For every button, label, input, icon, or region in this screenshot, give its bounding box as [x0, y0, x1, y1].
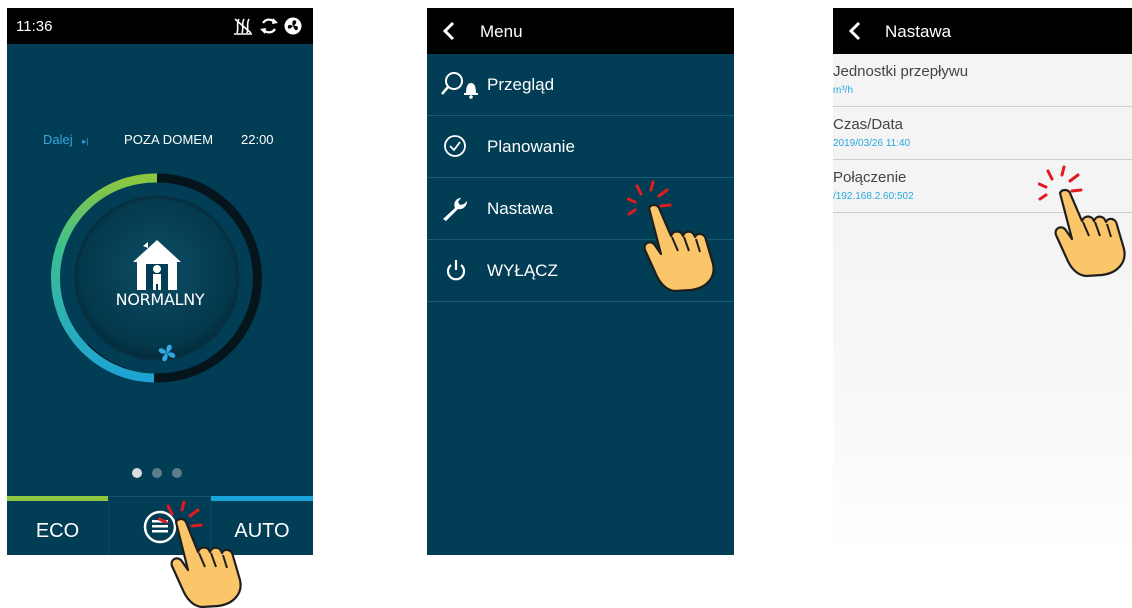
back-chevron-icon[interactable] [848, 21, 862, 41]
tap-hand-icon [627, 180, 715, 292]
fan-status-icon [284, 17, 302, 35]
page-indicator [132, 466, 192, 480]
menu-title: Menu [480, 22, 523, 41]
setting-name: Połączenie [833, 169, 907, 186]
power-icon [446, 260, 466, 281]
menu-item-label: Nastawa [487, 199, 554, 218]
no-heat-icon [234, 18, 252, 35]
page-dot [132, 468, 142, 478]
status-bar: 11:36 [7, 8, 313, 44]
status-icons [234, 17, 302, 35]
menu-item-label: Przegląd [487, 75, 555, 94]
overview-icon [441, 72, 478, 99]
setting-name: Czas/Data [833, 116, 904, 133]
wrench-icon [443, 198, 467, 221]
menu-item-label: WYŁĄCZ [487, 261, 558, 280]
setting-value: 2019/03/26 11:40 [833, 138, 911, 149]
current-mode-label: POZA DOMEM [124, 132, 214, 147]
menu-item-label: Planowanie [487, 137, 575, 156]
settings-header: Nastawa [833, 8, 1132, 54]
main-screen: 11:36 Dalej ▸| POZA DOMEM 22:00 NORMALNY… [7, 8, 313, 555]
tap-hand-icon [1038, 165, 1126, 277]
tap-hand-icon [158, 500, 242, 608]
skip-icon: ▸| [82, 137, 89, 146]
mode-time: 22:00 [241, 132, 274, 147]
sync-icon [260, 18, 278, 34]
ventilation-dial[interactable] [47, 168, 267, 388]
dial-mode-label: NORMALNY [115, 290, 205, 309]
menu-item-planning[interactable]: Planowanie [427, 116, 734, 178]
menu-header: Menu [427, 8, 734, 54]
clock-icon [444, 135, 466, 157]
menu-item-overview[interactable]: Przegląd [427, 54, 734, 116]
settings-screen: Nastawa Jednostki przepływu m³/h Czas/Da… [833, 8, 1132, 555]
setting-row-flow-units[interactable]: Jednostki przepływu m³/h [833, 54, 1132, 107]
page-dot [172, 468, 182, 478]
settings-title: Nastawa [885, 22, 952, 41]
setting-value: /192.168.2.60:502 [833, 191, 914, 202]
page-dot [152, 468, 162, 478]
setting-value: m³/h [833, 85, 853, 96]
eco-tab[interactable]: ECO [7, 496, 108, 555]
status-time: 11:36 [16, 18, 53, 35]
back-chevron-icon[interactable] [442, 21, 456, 41]
setting-row-date-time[interactable]: Czas/Data 2019/03/26 11:40 [833, 107, 1132, 160]
next-mode-button[interactable]: Dalej ▸| [43, 132, 88, 147]
setting-name: Jednostki przepływu [833, 63, 969, 80]
